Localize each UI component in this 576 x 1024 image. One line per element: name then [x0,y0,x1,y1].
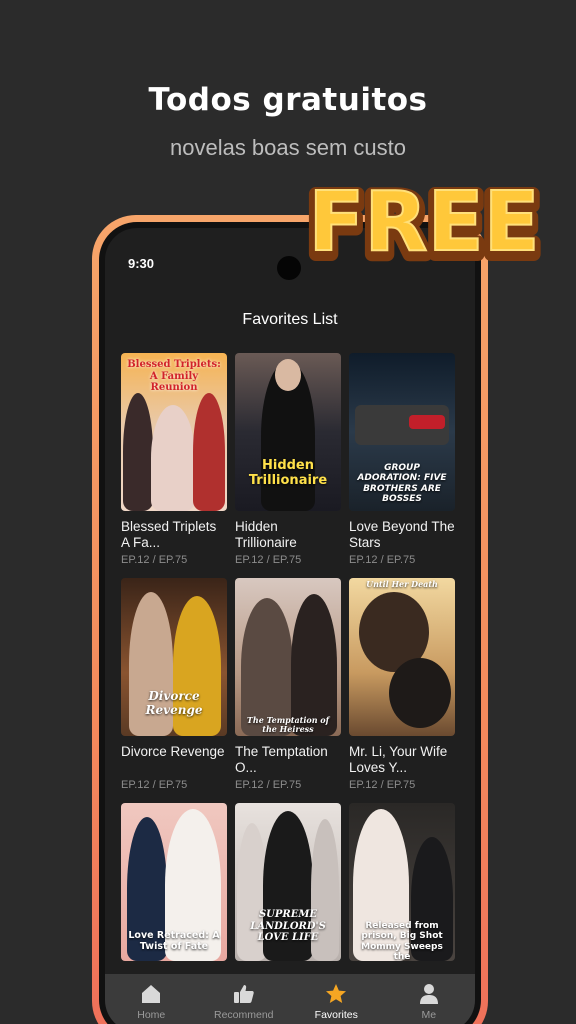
tab-favorites[interactable]: Favorites [296,982,376,1021]
drama-poster[interactable]: SUPREME LANDLORD'S LOVE LIFE [235,803,341,961]
drama-title: Mr. Li, Your Wife Loves Y... [349,744,448,775]
drama-poster[interactable]: Hidden Trillionaire [235,353,341,511]
drama-episodes: EP.12 / EP.75 [349,779,416,791]
person-icon [419,983,438,1004]
drama-title: Hidden Trillionaire [235,519,297,550]
drama-title: Love Beyond The Stars [349,519,455,550]
drama-poster[interactable]: Released from prison, Big Shot Mommy Swe… [349,803,455,961]
favorites-grid: Blessed Triplets: A Family Reunion Bless… [121,353,461,1024]
tab-recommend[interactable]: Recommend [204,982,284,1021]
app-screen: 9:30 Favorites List Blessed Triplets: A … [105,228,475,1024]
poster-caption: Released from prison, Big Shot Mommy Swe… [361,921,443,961]
free-badge-text: FREE [308,175,539,270]
thumbs-up-icon [233,984,254,1003]
phone-frame: 9:30 Favorites List Blessed Triplets: A … [92,215,488,1024]
drama-card[interactable]: Divorce Revenge Divorce Revenge EP.12 / … [121,578,227,803]
drama-poster[interactable]: Divorce Revenge [121,578,227,736]
drama-poster[interactable]: Love Retraced: A Twist of Fate [121,803,227,961]
drama-card[interactable]: Until Her Death Mr. Li, Your Wife Loves … [349,578,455,803]
tab-label: Favorites [314,1008,358,1021]
drama-title: Divorce Revenge [121,744,225,759]
bottom-tab-bar: Home Recommend Favorites Me [105,974,475,1024]
drama-card[interactable]: The Temptation of the Heiress The Tempta… [235,578,341,803]
drama-episodes: EP.12 / EP.75 [121,779,188,791]
free-badge: FREE FREE [301,172,546,281]
drama-card[interactable]: Blessed Triplets: A Family Reunion Bless… [121,353,227,578]
tab-label: Me [421,1008,437,1021]
poster-caption: Blessed Triplets: A Family Reunion [127,359,221,393]
home-icon [142,984,161,1003]
promo-subheadline: novelas boas sem custo [169,135,407,160]
drama-card[interactable]: Hidden Trillionaire Hidden Trillionaire … [235,353,341,578]
poster-caption: GROUP ADORATION: FIVE BROTHERS ARE BOSSE… [357,463,447,505]
drama-episodes: EP.12 / EP.75 [349,554,416,566]
drama-episodes: EP.12 / EP.75 [235,554,302,566]
promo-headline: Todos gratuitos [148,82,428,118]
poster-caption: The Temptation of the Heiress [246,715,330,735]
poster-caption: SUPREME LANDLORD'S LOVE LIFE [250,909,326,943]
drama-poster[interactable]: Blessed Triplets: A Family Reunion [121,353,227,511]
drama-title: The Temptation O... [235,744,328,775]
poster-caption: Love Retraced: A Twist of Fate [128,930,220,952]
poster-caption: Hidden Trillionaire [248,458,328,488]
tab-label: Home [137,1008,166,1021]
drama-title: Blessed Triplets A Fa... [121,519,217,550]
status-time: 9:30 [128,256,155,271]
camera-cutout [277,256,301,280]
poster-caption: Until Her Death [366,579,438,589]
tab-label: Recommend [213,1008,274,1021]
tab-home[interactable]: Home [111,982,191,1021]
tab-me[interactable]: Me [389,982,469,1021]
drama-poster[interactable]: GROUP ADORATION: FIVE BROTHERS ARE BOSSE… [349,353,455,511]
drama-card[interactable]: GROUP ADORATION: FIVE BROTHERS ARE BOSSE… [349,353,455,578]
poster-caption: Divorce Revenge [145,689,203,717]
drama-poster[interactable]: Until Her Death [349,578,455,736]
drama-poster[interactable]: The Temptation of the Heiress [235,578,341,736]
star-icon [326,983,347,1003]
page-title: Favorites List [242,311,338,328]
drama-episodes: EP.12 / EP.75 [121,554,188,566]
drama-episodes: EP.12 / EP.75 [235,779,302,791]
